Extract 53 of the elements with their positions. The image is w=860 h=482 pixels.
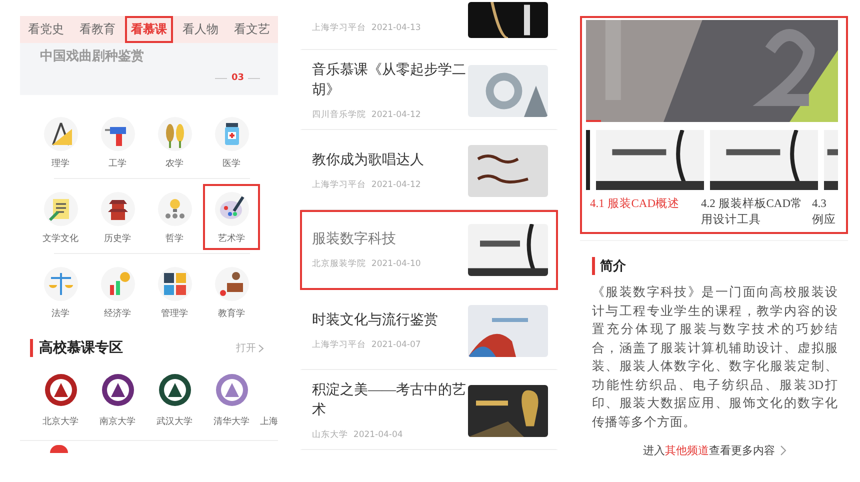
puzzle-icon [158, 267, 192, 301]
subject-item[interactable]: 历史学 [89, 184, 146, 250]
subject-item[interactable]: 经济学 [89, 259, 146, 325]
intro-heading: 简介 [592, 257, 626, 275]
drill-icon [100, 117, 134, 151]
subject-item[interactable]: 理学 [32, 109, 89, 175]
subject-item[interactable]: 管理学 [146, 259, 203, 325]
wheat-icon [158, 117, 192, 151]
tab[interactable]: 看教育 [74, 16, 122, 43]
pagoda-icon [100, 192, 134, 226]
medicine-bottle-icon [214, 117, 248, 151]
tab[interactable]: 看文艺 [228, 16, 276, 43]
subject-item[interactable]: 法学 [32, 259, 89, 325]
subject-item[interactable]: 教育学 [203, 259, 260, 325]
chevron-icon [779, 445, 787, 456]
subject-item[interactable]: 文学文化 [32, 184, 89, 250]
channel-link[interactable]: 其他频道 [665, 443, 709, 458]
section-title: 高校慕课专区 [30, 339, 123, 357]
course-item[interactable]: 积淀之美——考古中的艺术 山东大学 2021-04-04 [300, 370, 558, 450]
chart-icon [100, 267, 134, 301]
scroll-icon [44, 192, 78, 226]
chapter-title[interactable]: 4.3 例应 [812, 196, 836, 228]
university-item[interactable]: 北京大学 [32, 373, 89, 428]
banner-title: 中国戏曲剧种鉴赏 [40, 47, 145, 65]
page-number: 03 [215, 73, 260, 83]
subject-item[interactable]: 哲学 [146, 184, 203, 250]
scales-icon [44, 267, 78, 301]
subject-item[interactable]: 艺术学 [203, 184, 260, 250]
chapter-title[interactable]: 4.2 服装样板CAD常用设计工具 [701, 196, 807, 228]
course-item[interactable]: 音乐慕课《从零起步学二胡》 四川音乐学院 2021-04-12 [300, 50, 558, 130]
nav-icon[interactable] [50, 445, 68, 453]
university-item[interactable]: 南京大学 [89, 373, 146, 428]
university-item[interactable]: 清华大学 [203, 373, 260, 428]
tab[interactable]: 看党史 [22, 16, 70, 43]
subject-item[interactable]: 医学 [203, 109, 260, 175]
lightbulb-icon [158, 192, 192, 226]
university-name[interactable]: 上海 [260, 415, 278, 428]
teacher-icon [214, 267, 248, 301]
link-text: 查看更多内容 [709, 443, 775, 458]
university-item[interactable]: 武汉大学 [146, 373, 203, 428]
intro-text: 《服装数字科技》是一门面向高校服装设计与工程专业学生的课程，教学内容的设置充分体现了服装与数字技术的巧妙结合，涵盖了服装计算机辅助设计、虚拟服装、服装人体数字化、数字化服装定制、功能性纺织品、电子纺织品、服装3D打印、服装大数据应用、服饰文化的数字化传播等多个方面。 [592, 284, 838, 430]
chapter-title[interactable]: 4.1 服装CAD概述 [590, 196, 696, 228]
compass-icon [44, 117, 78, 151]
tab[interactable]: 看人物 [176, 16, 224, 43]
course-item[interactable]: 时装文化与流行鉴赏 上海学习平台 2021-04-07 [300, 290, 558, 370]
palette-icon [214, 192, 248, 226]
link-text: 进入 [643, 443, 665, 458]
course-item[interactable]: 服装数字科技 北京服装学院 2021-04-10 [300, 210, 558, 290]
chevron-icon [258, 344, 264, 352]
subject-item[interactable]: 农学 [146, 109, 203, 175]
course-item[interactable]: 教你成为歌唱达人 上海学习平台 2021-04-12 [300, 130, 558, 210]
tab[interactable]: 看慕课 [125, 16, 173, 43]
subject-item[interactable]: 工学 [89, 109, 146, 175]
